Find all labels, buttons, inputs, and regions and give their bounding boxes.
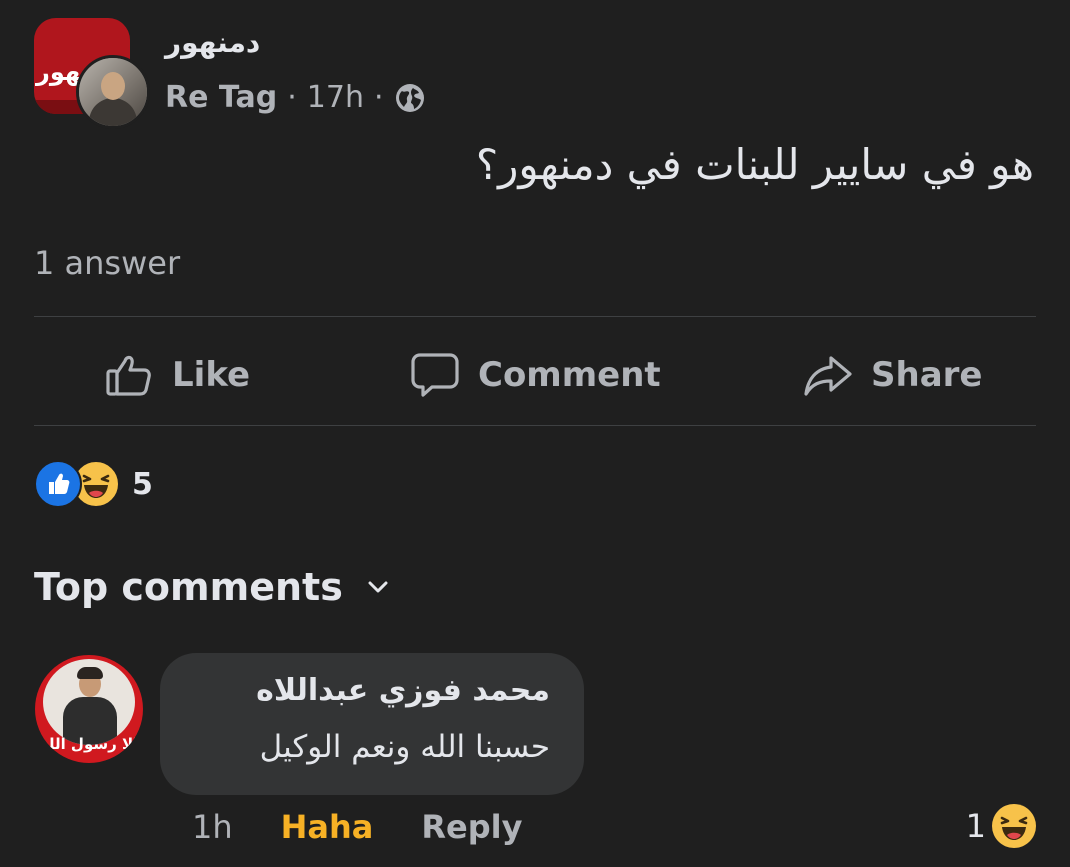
comment-button[interactable]: Comment [410,348,661,402]
chevron-down-icon [368,581,388,593]
comment-author[interactable]: محمد فوزي عبداللاه [256,673,550,708]
meta-separator: · [287,80,297,115]
answers-count[interactable]: 1 answer [34,244,180,282]
top-comments-filter[interactable]: Top comments [34,565,391,609]
top-comments-title: Top comments [34,565,343,609]
globe-icon [395,83,424,112]
divider [34,316,1036,317]
share-label: Share [871,355,983,395]
avatar-frame-text: الا رسول الله [39,735,139,753]
comment-bubble: محمد فوزي عبداللاه حسبنا الله ونعم الوكي… [160,653,584,795]
post-text: هو في سايير للبنات في دمنهور؟ [475,140,1034,189]
comment-text: حسبنا الله ونعم الوكيل [259,729,550,765]
comment-reaction-count: 1 [965,807,986,845]
comment-actions: 1h Haha Reply [192,808,522,846]
share-button[interactable]: Share [803,348,982,402]
group-name[interactable]: دمنهور [165,26,260,59]
haha-reaction-icon [992,804,1036,848]
comment-time[interactable]: 1h [192,808,233,846]
comment-label: Comment [478,355,661,395]
author-avatar[interactable] [76,55,150,129]
like-label: Like [172,355,251,395]
comment-reply-button[interactable]: Reply [421,808,522,846]
meta-separator: · [373,80,384,115]
comment-react-button[interactable]: Haha [281,808,374,846]
post-time[interactable]: 17h [307,80,364,115]
divider [34,425,1036,426]
post-author[interactable]: Re Tag [165,80,277,115]
thumbs-up-icon [106,355,151,396]
commenter-avatar[interactable]: الا رسول الله [35,655,143,763]
comment-reaction-summary[interactable]: 1 [966,804,1036,848]
post-meta: Re Tag · 17h · [165,80,426,115]
like-button[interactable]: Like [104,348,250,402]
reactions-summary[interactable]: 5 [34,460,153,508]
share-icon [804,356,852,396]
comment-icon [411,353,459,397]
reaction-count: 5 [132,466,153,502]
like-reaction-icon [34,460,82,508]
